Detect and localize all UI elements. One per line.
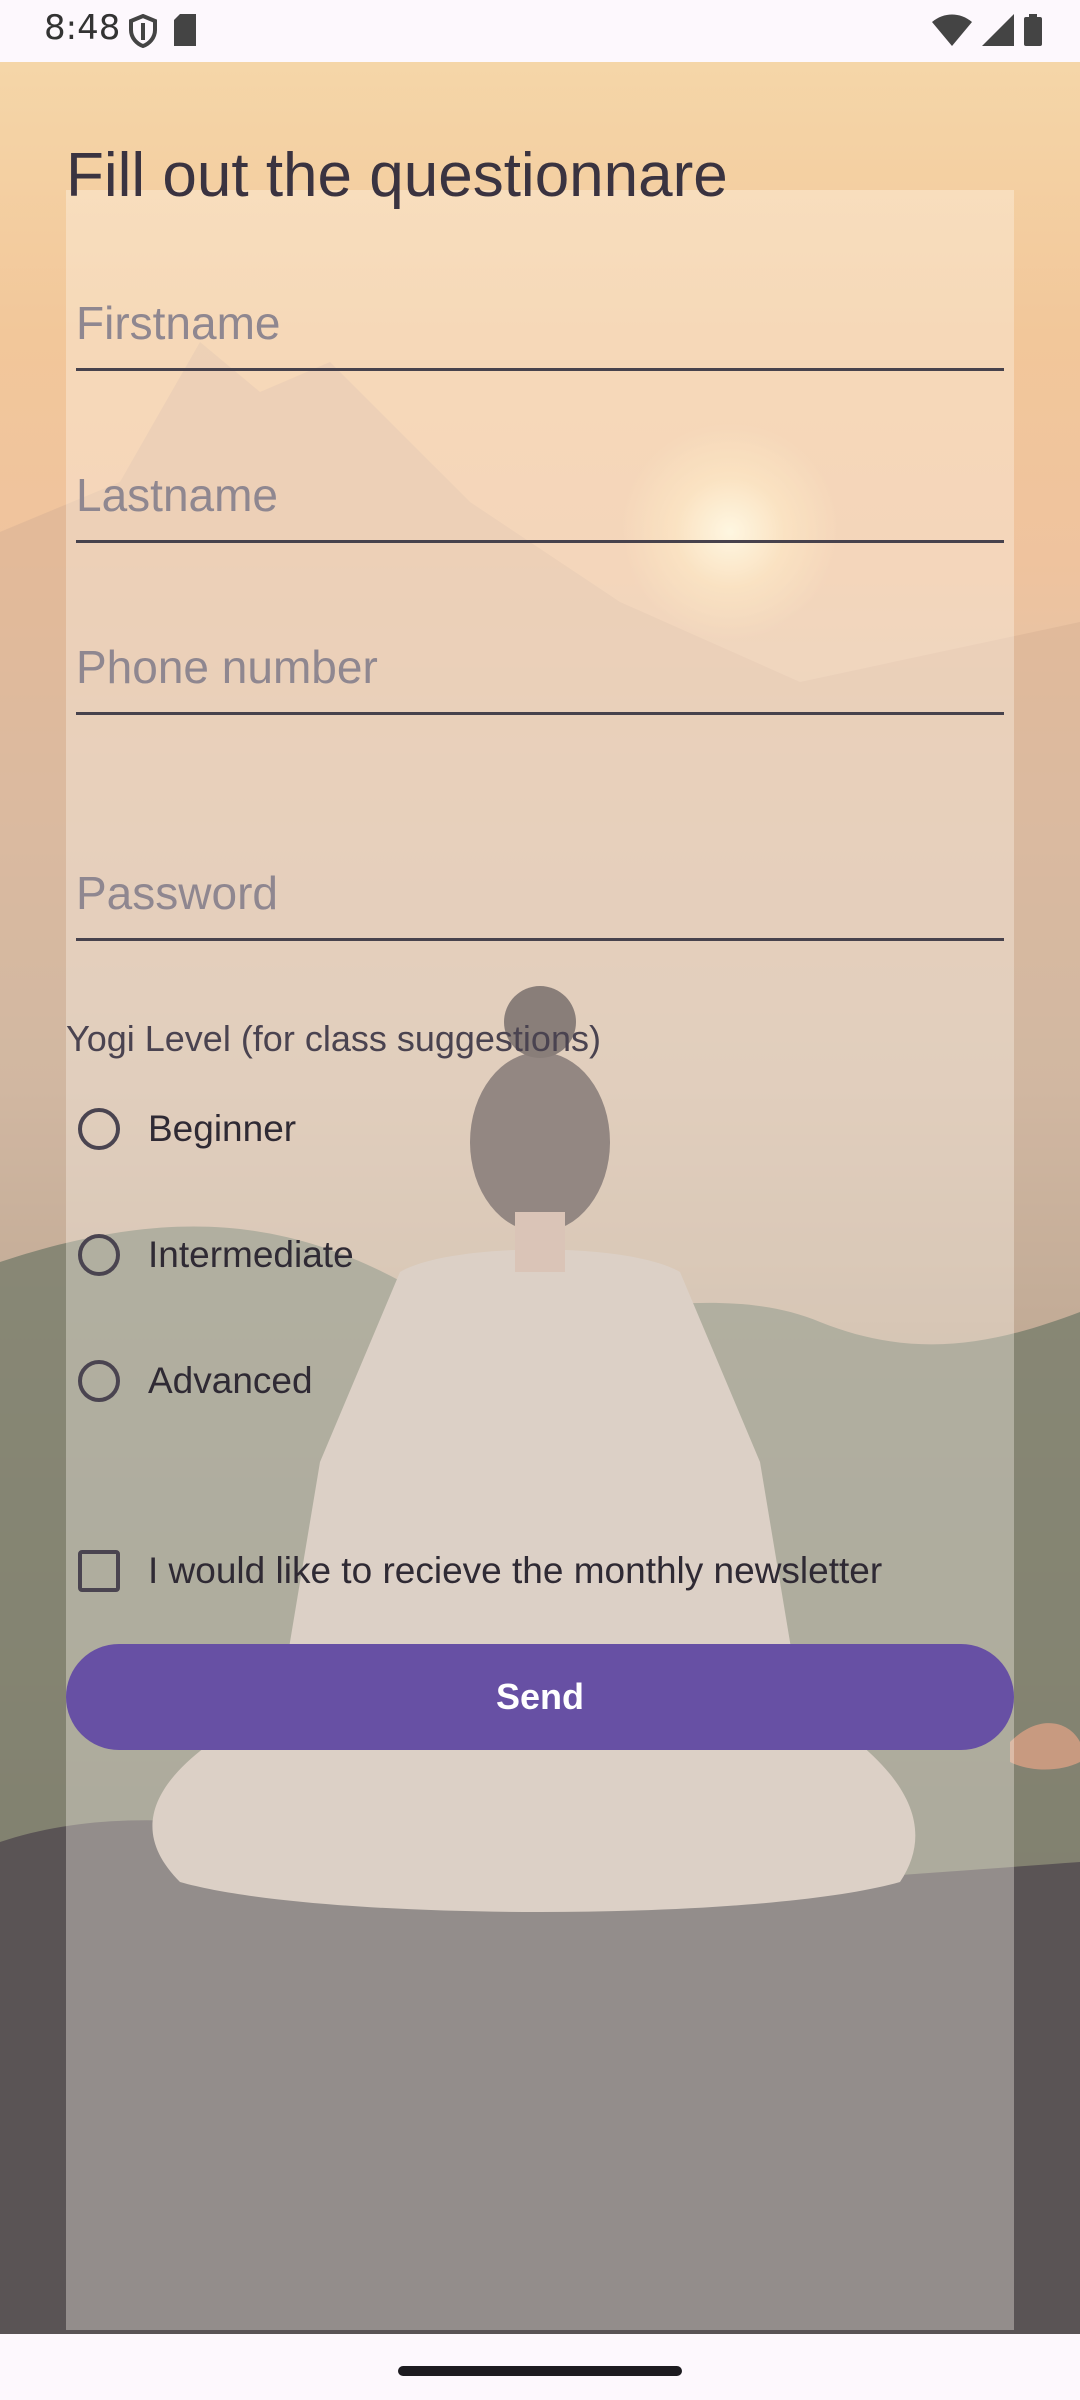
status-time: 8:48 bbox=[44, 8, 121, 48]
level-option-advanced[interactable]: Advanced bbox=[78, 1360, 313, 1402]
lastname-field[interactable] bbox=[76, 450, 1004, 543]
level-option-intermediate[interactable]: Intermediate bbox=[78, 1234, 354, 1276]
yogi-level-label: Yogi Level (for class suggestions) bbox=[66, 1018, 601, 1059]
phone-field[interactable] bbox=[76, 622, 1004, 715]
password-field[interactable] bbox=[76, 848, 1004, 941]
level-option-label: Advanced bbox=[148, 1360, 313, 1401]
battery-icon bbox=[1024, 14, 1042, 46]
checkbox-icon[interactable] bbox=[78, 1550, 120, 1592]
page-title: Fill out the questionnare bbox=[66, 141, 728, 210]
level-option-label: Beginner bbox=[148, 1108, 297, 1149]
newsletter-label: I would like to recieve the monthly news… bbox=[148, 1550, 883, 1591]
home-indicator[interactable] bbox=[398, 2366, 682, 2376]
lastname-input[interactable] bbox=[76, 468, 1004, 522]
firstname-field[interactable] bbox=[76, 278, 1004, 371]
phone-input[interactable] bbox=[76, 640, 1004, 694]
password-input[interactable] bbox=[76, 866, 1004, 920]
wifi-icon bbox=[932, 14, 972, 46]
background-image bbox=[0, 62, 1080, 2334]
level-option-beginner[interactable]: Beginner bbox=[78, 1108, 296, 1150]
send-button[interactable]: Send bbox=[66, 1644, 1014, 1750]
sim-card-icon bbox=[174, 14, 196, 46]
radio-button-icon[interactable] bbox=[78, 1108, 120, 1150]
newsletter-option[interactable]: I would like to recieve the monthly news… bbox=[78, 1550, 882, 1592]
shield-icon bbox=[129, 14, 157, 48]
radio-button-icon[interactable] bbox=[78, 1234, 120, 1276]
radio-button-icon[interactable] bbox=[78, 1360, 120, 1402]
signal-icon bbox=[982, 14, 1014, 46]
level-option-label: Intermediate bbox=[148, 1234, 354, 1275]
status-bar: 8:48 bbox=[0, 0, 1080, 62]
firstname-input[interactable] bbox=[76, 296, 1004, 350]
